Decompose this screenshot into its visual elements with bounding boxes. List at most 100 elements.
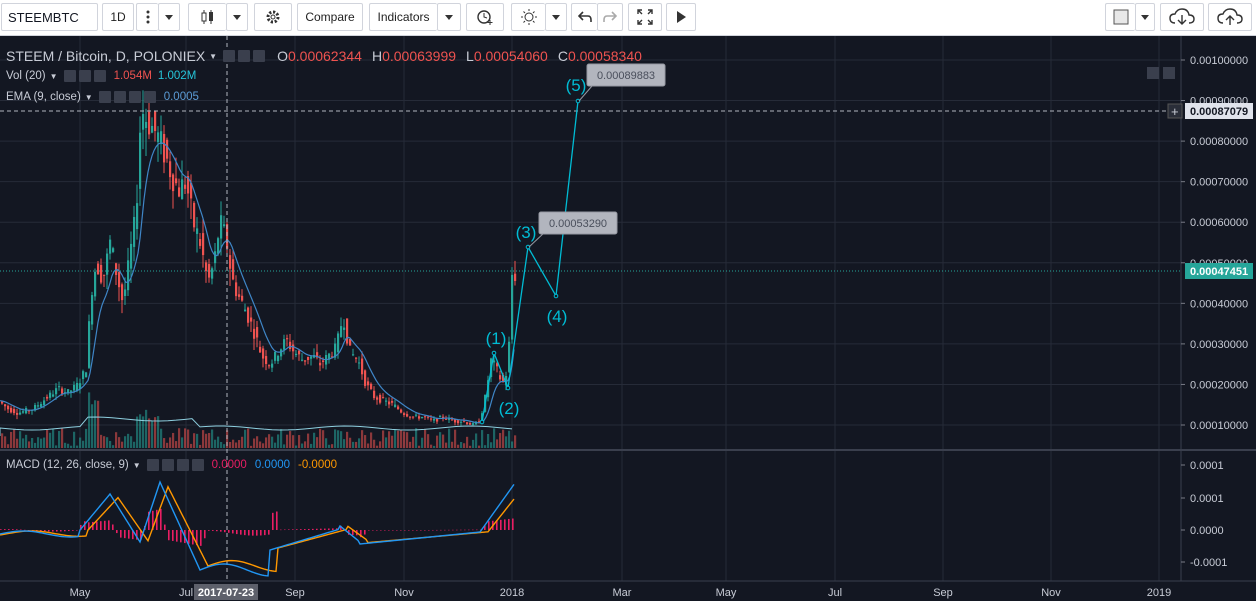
interval-button[interactable]: 1D: [102, 3, 134, 31]
volume-bar: [448, 428, 451, 448]
volume-bar: [250, 445, 253, 448]
scale-down-icon[interactable]: [1147, 67, 1159, 79]
candle-body: [94, 271, 97, 297]
time-tick-label: Sep: [933, 587, 953, 599]
volume-bar: [394, 429, 397, 448]
volume-bar: [298, 435, 301, 448]
macd-histogram-bar: [388, 530, 390, 531]
volume-bar: [439, 432, 442, 448]
cloud-upload-icon[interactable]: [1208, 3, 1252, 31]
candle-body: [262, 348, 265, 359]
macd-histogram-bar: [248, 530, 250, 536]
candle-body: [88, 321, 91, 368]
settings-gear-icon[interactable]: [254, 3, 292, 31]
macd-histogram-bar: [472, 529, 474, 531]
volume-close-icon[interactable]: [93, 70, 106, 82]
play-icon[interactable]: [666, 3, 696, 31]
volume-hide-icon[interactable]: [63, 70, 76, 82]
hide-icon[interactable]: [223, 50, 236, 62]
macd-histogram-bar: [232, 530, 234, 534]
wave-point[interactable]: [553, 293, 559, 299]
bulb-icon[interactable]: [511, 3, 545, 31]
macd-hide-icon[interactable]: [146, 459, 159, 471]
indicators-dropdown-icon[interactable]: [437, 3, 461, 31]
price-chart[interactable]: May Jul Sep Nov 2018 Mar May Jul Sep Nov 2019 0.001…: [0, 36, 1256, 601]
volume-bar: [229, 441, 232, 448]
volume-settings-icon[interactable]: [78, 70, 91, 82]
candle-body: [133, 216, 136, 247]
candle-body: [499, 375, 502, 380]
candle-body: [355, 357, 358, 359]
undo-icon[interactable]: [571, 3, 597, 31]
macd-tick-label: -0.0001: [1190, 557, 1227, 569]
macd-histogram-bar: [52, 530, 54, 532]
macd-extra-icon[interactable]: [191, 459, 204, 471]
interval-dropdown-icon[interactable]: [158, 3, 180, 31]
close-icon[interactable]: [253, 50, 266, 62]
candle-body: [151, 125, 154, 133]
ema-hide-icon[interactable]: [98, 91, 111, 103]
fullscreen-icon[interactable]: [628, 3, 662, 31]
macd-histogram-bar: [212, 530, 214, 531]
candle-body: [130, 243, 133, 269]
macd-signal-value: -0.0000: [298, 459, 338, 471]
candle-body: [352, 354, 355, 356]
chart-type-dropdown-icon[interactable]: [226, 3, 248, 31]
symbol-menu-icon[interactable]: ▼: [209, 52, 217, 61]
cloud-download-icon[interactable]: [1160, 3, 1204, 31]
indicators-button[interactable]: Indicators: [369, 3, 437, 31]
volume-bar: [505, 436, 508, 448]
high-label: H: [371, 48, 383, 64]
scale-up-icon[interactable]: [1163, 67, 1175, 79]
ema-settings-icon[interactable]: [113, 91, 126, 103]
macd-menu-icon[interactable]: ▼: [133, 461, 141, 470]
macd-histogram-bar: [436, 529, 438, 531]
volume-bar: [310, 443, 313, 448]
volume-bar: [337, 430, 340, 448]
last-price-label: 0.00047451: [1190, 266, 1248, 278]
wave-point[interactable]: [491, 350, 497, 356]
volume-menu-icon[interactable]: ▼: [50, 72, 58, 81]
candle-body: [346, 318, 349, 344]
ema-close-icon[interactable]: [128, 91, 141, 103]
macd-close-icon[interactable]: [176, 459, 189, 471]
volume-bar: [364, 435, 367, 448]
volume-bar: [478, 445, 481, 448]
macd-histogram-bar: [508, 518, 510, 530]
bulb-dropdown-icon[interactable]: [545, 3, 567, 31]
wave-point[interactable]: [505, 385, 511, 391]
candle-body: [289, 341, 292, 350]
volume-bar: [430, 444, 433, 448]
candle-body: [460, 421, 463, 423]
ema-menu-icon[interactable]: ▼: [85, 93, 93, 102]
more-icon[interactable]: [136, 3, 158, 31]
macd-histogram-bar: [420, 530, 422, 531]
volume-bar: [232, 439, 235, 448]
symbol-search[interactable]: STEEMBTC: [1, 3, 98, 31]
volume-bar: [97, 400, 100, 448]
candle-body: [202, 233, 205, 256]
macd-histogram-bar: [12, 529, 14, 530]
candles-icon[interactable]: [188, 3, 226, 31]
candle-body: [13, 409, 16, 414]
macd-histogram-bar: [124, 530, 126, 539]
layout-icon[interactable]: [1105, 3, 1135, 31]
layout-dropdown-icon[interactable]: [1135, 3, 1155, 31]
volume-bar: [211, 429, 214, 448]
redo-icon[interactable]: [597, 3, 623, 31]
macd-settings-icon[interactable]: [161, 459, 174, 471]
wave-point[interactable]: [479, 419, 485, 425]
volume-bar: [334, 429, 337, 448]
ema-extra-icon[interactable]: [143, 91, 156, 103]
candle-body: [277, 355, 280, 362]
volume-bar: [22, 438, 25, 448]
candle-body: [19, 412, 22, 415]
macd-histogram-bar: [404, 530, 406, 531]
volume-bar: [70, 445, 73, 448]
alert-clock-icon[interactable]: [466, 3, 504, 31]
macd-histogram-bar: [276, 511, 278, 530]
compare-button[interactable]: Compare: [297, 3, 363, 31]
candle-body: [388, 401, 391, 405]
candle-body: [256, 327, 259, 338]
settings-icon[interactable]: [238, 50, 251, 62]
